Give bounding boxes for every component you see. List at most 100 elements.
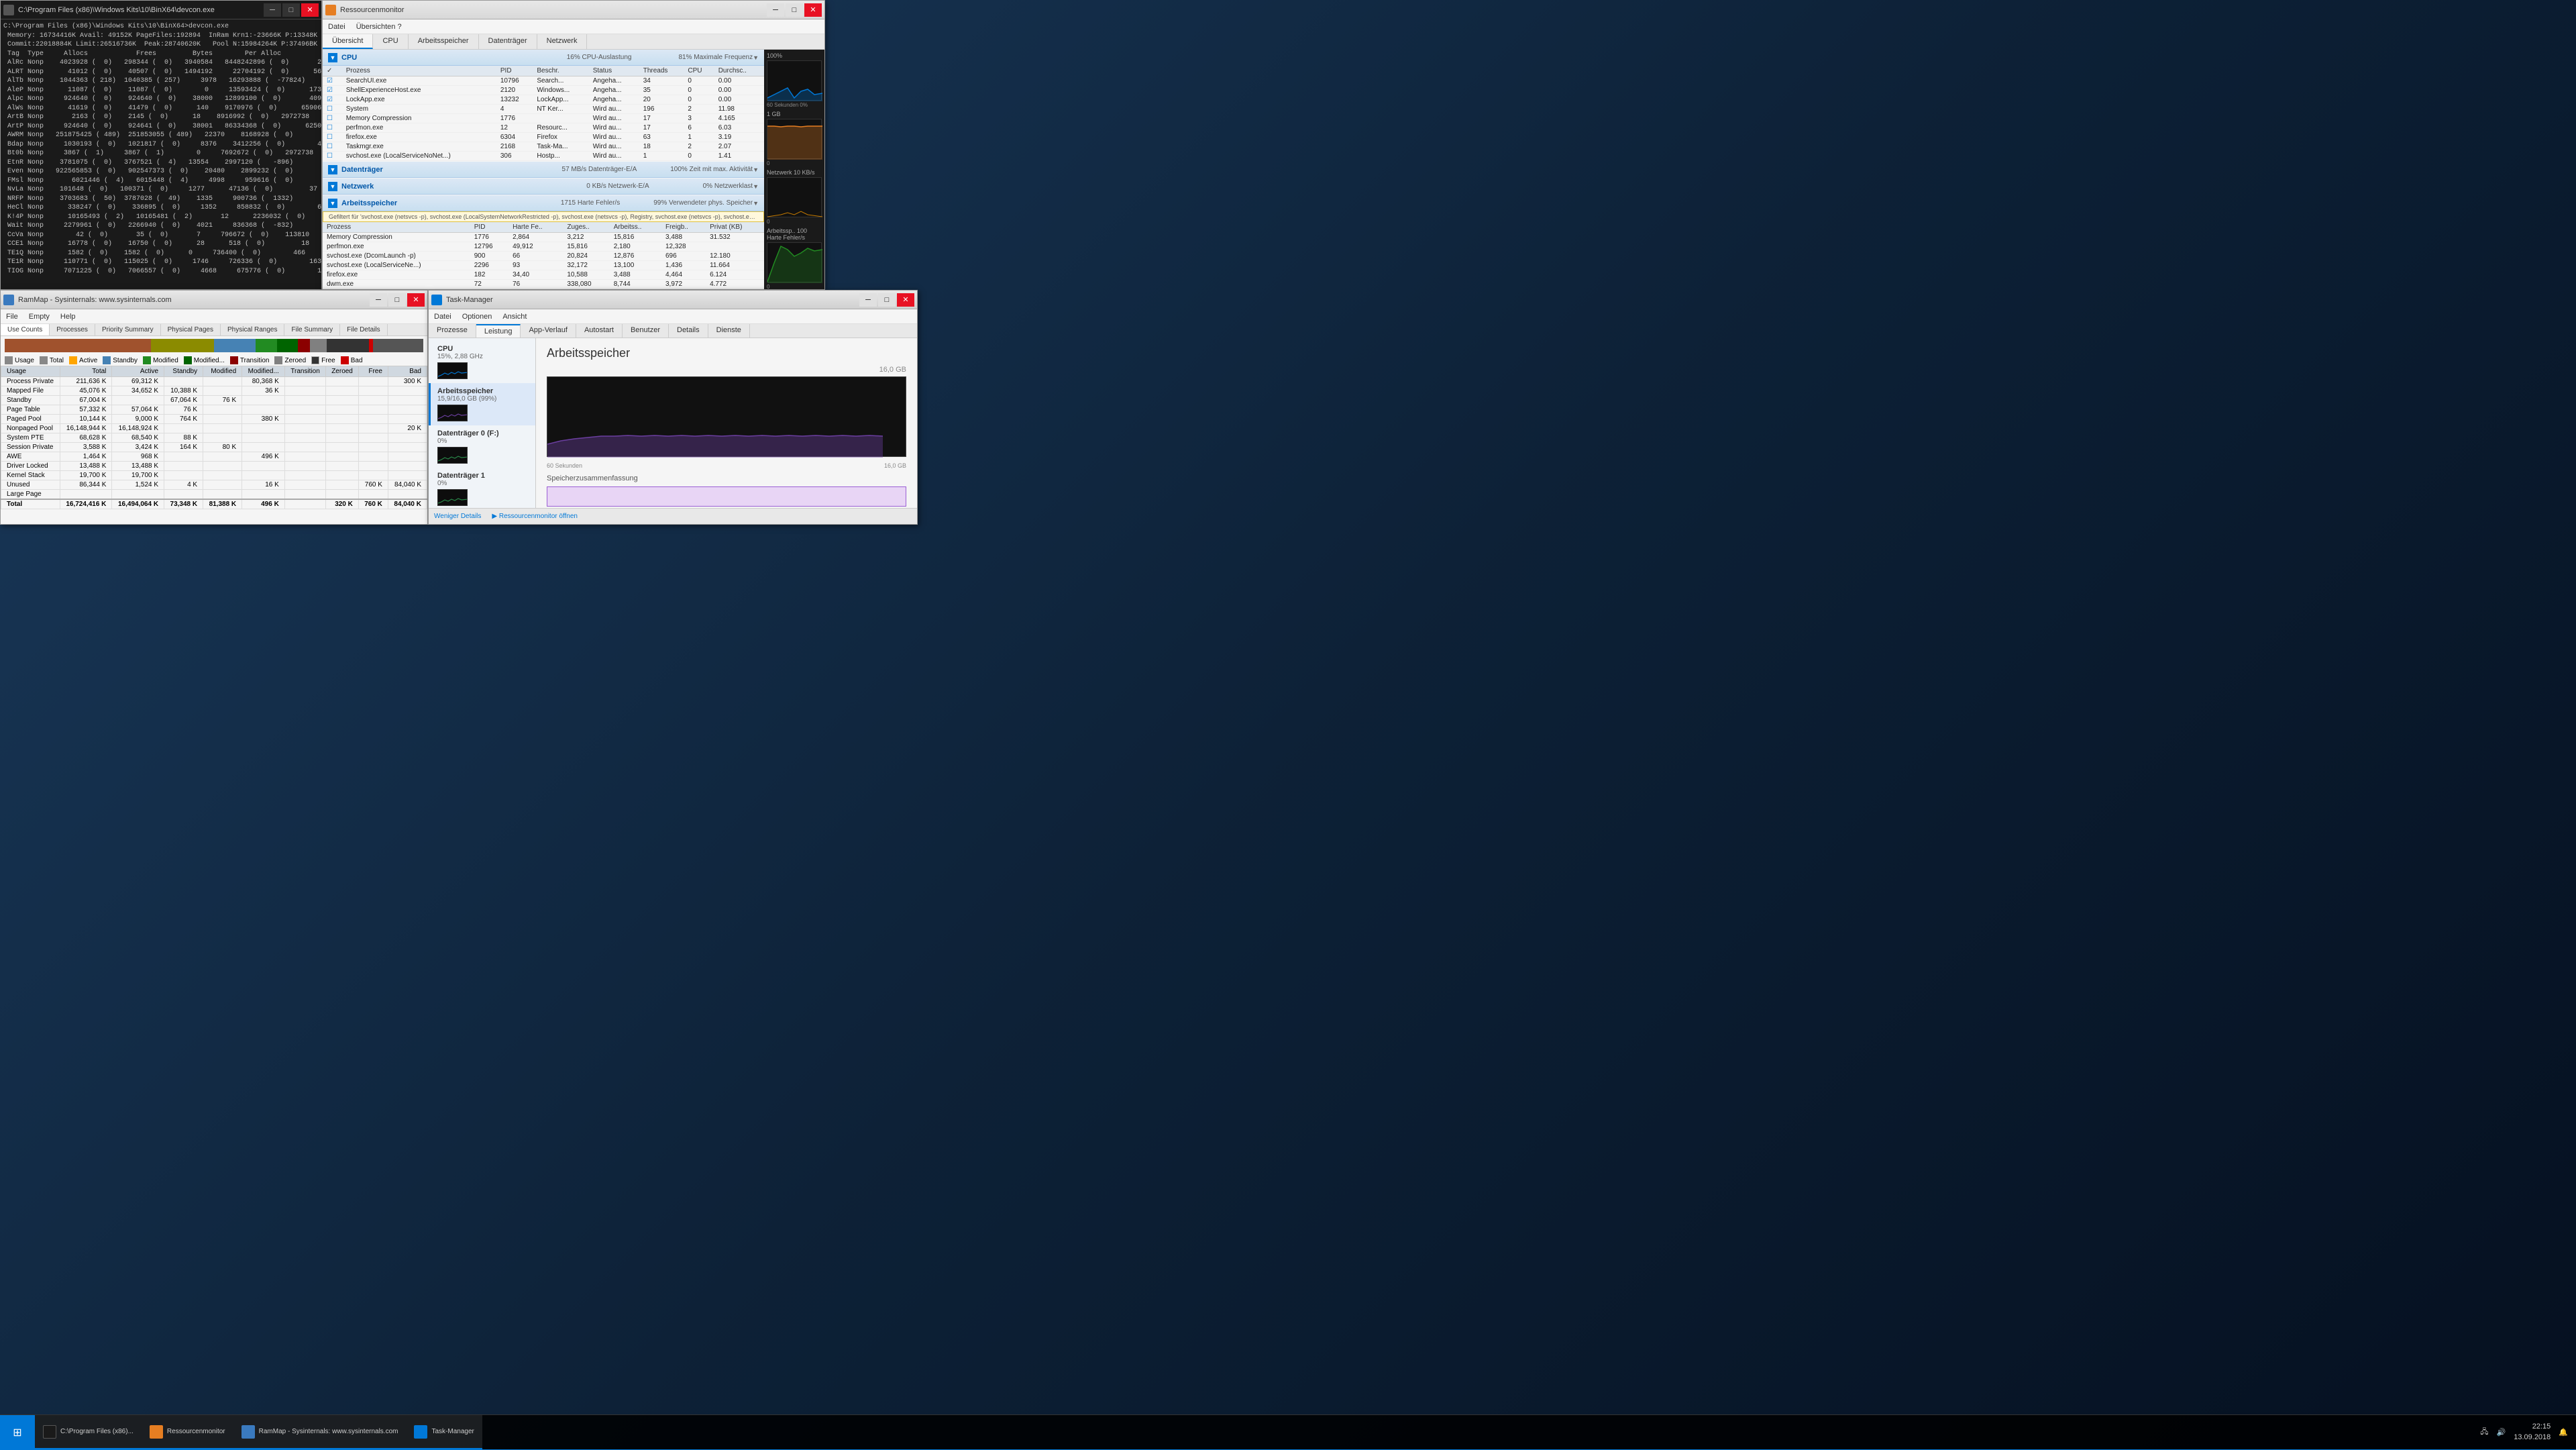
resmon-menu-uebersichten[interactable]: Übersichten ?: [356, 23, 402, 31]
rammap-minimize-button[interactable]: ─: [370, 293, 387, 307]
rammap-tab-filedetails[interactable]: File Details: [340, 324, 387, 335]
resmon-net-toggle[interactable]: ▼: [328, 182, 337, 191]
resmon-mem-expand[interactable]: ▼: [753, 200, 759, 207]
taskman-sidebar-item-0[interactable]: CPU 15%, 2,88 GHz: [429, 341, 535, 383]
taskman-sidebar-item-2[interactable]: Datenträger 0 (F:) 0%: [429, 425, 535, 468]
resmon-disk-header[interactable]: ▼ Datenträger 57 MB/s Datenträger-E/A 10…: [323, 162, 764, 178]
taskman-speicherzusammenfassung: Speicherzusammenfassung: [547, 474, 906, 482]
taskman-maximize-button[interactable]: □: [878, 293, 896, 307]
taskman-tab-appverlauf[interactable]: App-Verlauf: [521, 324, 576, 338]
taskman-menu-datei[interactable]: Datei: [434, 313, 451, 321]
resmon-mem-row[interactable]: perfmon.exe 12796 49,912 15,816 2,180 12…: [323, 242, 764, 252]
taskbar-notification-icon[interactable]: 🔔: [2559, 1428, 2568, 1437]
resmon-close-button[interactable]: ✕: [804, 3, 822, 17]
resmon-cpu-cell-check: ☐: [323, 142, 342, 152]
taskbar-time[interactable]: 22:15 13.09.2018: [2514, 1422, 2551, 1443]
resmon-cpu-row[interactable]: ☐ perfmon.exe 12 Resourc... Wird au... 1…: [323, 123, 764, 133]
resmon-net-expand[interactable]: ▼: [753, 183, 759, 190]
taskbar-item-taskman[interactable]: Task-Manager: [406, 1415, 482, 1449]
taskman-sidebar-item-1[interactable]: Arbeitsspeicher 15,9/16,0 GB (99%): [429, 383, 535, 425]
resmon-mem-row[interactable]: dwm.exe 72 76 338,080 8,744 3,972 4.772: [323, 280, 764, 289]
taskman-tab-details[interactable]: Details: [669, 324, 708, 338]
taskman-menubar: Datei Optionen Ansicht: [429, 309, 917, 324]
rammap-tab-filesummary[interactable]: File Summary: [284, 324, 340, 335]
resmon-cpu-row[interactable]: ☐ Memory Compression 1776 Wird au... 17 …: [323, 114, 764, 123]
cmd-close-button[interactable]: ✕: [301, 3, 319, 17]
rammap-data-row[interactable]: Driver Locked 13,488 K 13,488 K: [1, 462, 427, 471]
rammap-data-row[interactable]: Process Private 211,636 K 69,312 K 80,36…: [1, 377, 427, 386]
resmon-cpu-row[interactable]: ☐ System 4 NT Ker... Wird au... 196 2 11…: [323, 105, 764, 114]
rammap-cell-active: [112, 490, 164, 500]
rammap-data-row[interactable]: Mapped File 45,076 K 34,652 K 10,388 K 3…: [1, 386, 427, 396]
resmon-mem-row[interactable]: MsMpEng.exe 3856 358 437,152 6,644 2,068…: [323, 289, 764, 290]
rammap-tab-processes[interactable]: Processes: [50, 324, 95, 335]
taskman-tab-prozesse[interactable]: Prozesse: [429, 324, 476, 338]
rammap-data-row[interactable]: Unused 86,344 K 1,524 K 4 K 16 K 760 K 8…: [1, 480, 427, 490]
rammap-tab-prioritysummary[interactable]: Priority Summary: [95, 324, 161, 335]
cmd-minimize-button[interactable]: ─: [264, 3, 281, 17]
rammap-data-row[interactable]: Kernel Stack 19,700 K 19,700 K: [1, 471, 427, 480]
resmon-mem-row[interactable]: Memory Compression 1776 2,864 3,212 15,8…: [323, 233, 764, 242]
taskman-tab-benutzer[interactable]: Benutzer: [623, 324, 669, 338]
taskman-menu-optionen[interactable]: Optionen: [462, 313, 492, 321]
resmon-cpu-cell-name: LockApp.exe: [342, 95, 496, 105]
taskman-close-button[interactable]: ✕: [897, 293, 914, 307]
taskman-resmon-link[interactable]: ▶ Ressourcenmonitor öffnen: [492, 513, 578, 520]
resmon-net-header[interactable]: ▼ Netzwerk 0 KB/s Netzwerk-E/A 0% Netzwe…: [323, 178, 764, 195]
resmon-mem-toggle[interactable]: ▼: [328, 199, 337, 208]
resmon-cpu-row[interactable]: ☑ LockApp.exe 13232 LockApp... Angeha...…: [323, 95, 764, 105]
taskman-tab-autostart[interactable]: Autostart: [576, 324, 623, 338]
rammap-data-row[interactable]: Large Page: [1, 490, 427, 500]
resmon-mem-row[interactable]: svchost.exe (DcomLaunch -p) 900 66 20,82…: [323, 252, 764, 261]
rammap-tab-physicalpages[interactable]: Physical Pages: [161, 324, 221, 335]
rammap-tab-usecounts[interactable]: Use Counts: [1, 324, 50, 335]
resmon-cpu-row[interactable]: ☐ svchost.exe (LocalServiceNoNet...) 306…: [323, 152, 764, 161]
resmon-mem-row[interactable]: svchost.exe (LocalServiceNe...) 2296 93 …: [323, 261, 764, 270]
resmon-cpu-toggle[interactable]: ▼: [328, 53, 337, 62]
resmon-cpu-row[interactable]: ☑ SearchUI.exe 10796 Search... Angeha...…: [323, 76, 764, 86]
resmon-cpu-row[interactable]: ☑ ShellExperienceHost.exe 2120 Windows..…: [323, 86, 764, 95]
rammap-menu-help[interactable]: Help: [60, 313, 76, 321]
rammap-menu-file[interactable]: File: [6, 313, 18, 321]
taskman-minimize-button[interactable]: ─: [859, 293, 877, 307]
rammap-data-row[interactable]: Standby 67,004 K 67,064 K 76 K: [1, 396, 427, 405]
rammap-data-row[interactable]: Total 16,724,416 K 16,494,064 K 73,348 K…: [1, 499, 427, 509]
rammap-maximize-button[interactable]: □: [388, 293, 406, 307]
taskbar-item-resmon-label: Ressourcenmonitor: [167, 1428, 225, 1435]
resmon-tab-netzwerk[interactable]: Netzwerk: [537, 34, 588, 49]
resmon-tab-datentrieger[interactable]: Datenträger: [479, 34, 537, 49]
rammap-data-row[interactable]: System PTE 68,628 K 68,540 K 88 K: [1, 433, 427, 443]
rammap-data-row[interactable]: Paged Pool 10,144 K 9,000 K 764 K 380 K: [1, 415, 427, 424]
resmon-tab-arbeitsspeicher[interactable]: Arbeitsspeicher: [409, 34, 479, 49]
resmon-mem-row[interactable]: firefox.exe 182 34,40 10,588 3,488 4,464…: [323, 270, 764, 280]
resmon-mem-header[interactable]: ▼ Arbeitsspeicher 1715 Harte Fehler/s 99…: [323, 195, 764, 211]
taskbar-item-resmon[interactable]: Ressourcenmonitor: [142, 1415, 233, 1449]
rammap-data-row[interactable]: Page Table 57,332 K 57,064 K 76 K: [1, 405, 427, 415]
rammap-menu-empty[interactable]: Empty: [29, 313, 50, 321]
resmon-tab-uebersicht[interactable]: Übersicht: [323, 34, 373, 49]
taskman-tab-dienste[interactable]: Dienste: [708, 324, 750, 338]
resmon-cpu-row[interactable]: ☐ Taskmgr.exe 2168 Task-Ma... Wird au...…: [323, 142, 764, 152]
resmon-menu-datei[interactable]: Datei: [328, 23, 345, 31]
taskman-tab-leistung[interactable]: Leistung: [476, 324, 521, 338]
resmon-cpu-header[interactable]: ▼ CPU 16% CPU-Auslastung 81% Maximale Fr…: [323, 50, 764, 66]
taskbar-item-cmd[interactable]: C:\Program Files (x86)...: [35, 1415, 142, 1449]
taskbar-item-rammap[interactable]: RamMap - Sysinternals: www.sysinternals.…: [233, 1415, 407, 1449]
rammap-tab-physicalranges[interactable]: Physical Ranges: [221, 324, 284, 335]
taskbar-start-button[interactable]: ⊞: [0, 1415, 35, 1450]
rammap-data-row[interactable]: Nonpaged Pool 16,148,944 K 16,148,924 K …: [1, 424, 427, 433]
cmd-maximize-button[interactable]: □: [282, 3, 300, 17]
rammap-data-row[interactable]: Session Private 3,588 K 3,424 K 164 K 80…: [1, 443, 427, 452]
resmon-cpu-expand[interactable]: ▼: [753, 54, 759, 61]
resmon-maximize-button[interactable]: □: [786, 3, 803, 17]
resmon-cpu-row[interactable]: ☐ firefox.exe 6304 Firefox Wird au... 63…: [323, 133, 764, 142]
taskman-less-details-link[interactable]: Weniger Details: [434, 513, 481, 520]
resmon-disk-toggle[interactable]: ▼: [328, 165, 337, 174]
resmon-disk-expand[interactable]: ▼: [753, 166, 759, 173]
rammap-data-row[interactable]: AWE 1,464 K 968 K 496 K: [1, 452, 427, 462]
taskman-menu-ansicht[interactable]: Ansicht: [502, 313, 527, 321]
rammap-close-button[interactable]: ✕: [407, 293, 425, 307]
resmon-minimize-button[interactable]: ─: [767, 3, 784, 17]
resmon-tab-cpu[interactable]: CPU: [373, 34, 408, 49]
taskman-sidebar-item-3[interactable]: Datenträger 1 0%: [429, 468, 535, 508]
